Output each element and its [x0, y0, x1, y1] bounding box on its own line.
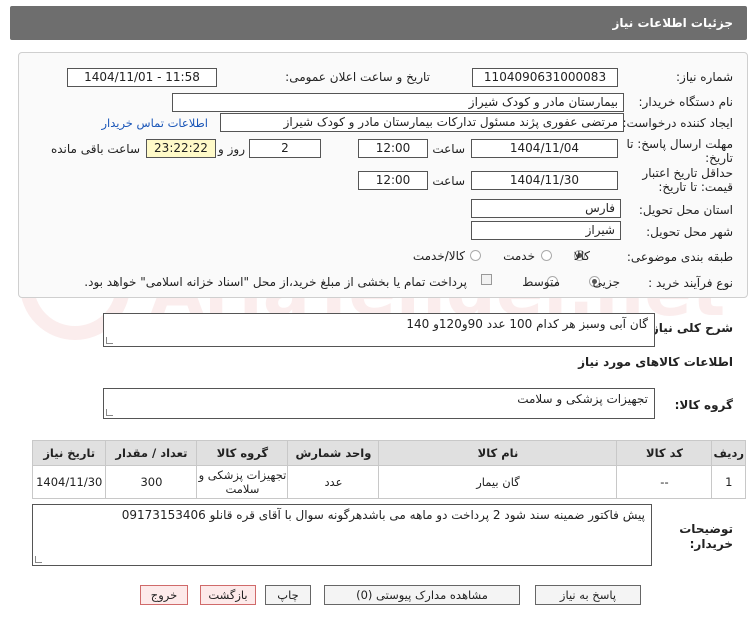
resize-grip-icon[interactable]: [106, 337, 113, 344]
category-both-radio[interactable]: [470, 250, 481, 261]
col-header-code: کد کالا: [616, 440, 713, 466]
treasury-payment-note: پرداخت تمام یا بخشی از مبلغ خرید،از محل …: [84, 275, 467, 289]
validity-date-field: 1404/11/30: [471, 171, 618, 190]
process-minor-label: جزیی: [592, 275, 620, 289]
buyer-notes-label-2: خریدار:: [689, 537, 733, 551]
city-field: شیراز: [471, 221, 621, 240]
requester-field: مرتضی عفوری پژند مسئول تدارکات بیمارستان…: [220, 113, 624, 132]
deadline-date-field: 1404/11/04: [471, 139, 618, 158]
buyer-org-field: بیمارستان مادر و کودک شیراز: [172, 93, 624, 112]
process-type-label: نوع فرآیند خرید :: [648, 276, 733, 290]
days-remaining-field: 2: [249, 139, 321, 158]
col-header-unit: واحد شمارش: [287, 440, 380, 466]
page-header: جزئیات اطلاعات نیاز: [10, 6, 747, 40]
description-field: گان آبی وسبز هر کدام 100 عدد 90و120و 140: [103, 313, 655, 347]
category-service-radio[interactable]: [541, 250, 552, 261]
table-header-row: ردیف کد کالا نام کالا واحد شمارش گروه کا…: [31, 440, 746, 466]
col-header-row-no: ردیف: [711, 440, 746, 466]
cell-unit: عدد: [287, 465, 380, 499]
goods-group-text: تجهیزات پزشکی و سلامت: [517, 392, 648, 406]
buyer-contact-link[interactable]: اطلاعات تماس خریدار: [101, 116, 208, 130]
table-row: 1 -- گان بیمار عدد تجهیزات پزشکی و سلامت…: [31, 465, 746, 499]
back-button[interactable]: بازگشت: [200, 585, 256, 605]
page: AriaTender.net جزئیات اطلاعات نیاز شماره…: [0, 0, 755, 622]
col-header-group: گروه کالا: [196, 440, 289, 466]
col-header-qty: تعداد / مقدار: [105, 440, 198, 466]
cell-qty: 300: [105, 465, 198, 499]
treasury-payment-checkbox[interactable]: [481, 274, 492, 285]
category-goods-label: کالا: [573, 249, 590, 263]
category-both-label: کالا/خدمت: [412, 249, 465, 263]
buyer-notes-label: توضیحات: [679, 522, 733, 536]
goods-section-title: اطلاعات کالاهای مورد نیاز: [578, 355, 733, 369]
description-label: شرح کلی نیاز:: [647, 321, 733, 335]
cell-name: گان بیمار: [378, 465, 618, 499]
print-button[interactable]: چاپ: [265, 585, 311, 605]
province-label: استان محل تحویل:: [638, 203, 733, 217]
process-medium-label: متوسط: [522, 275, 560, 289]
deadline-time-label: ساعت: [432, 142, 465, 156]
goods-group-field: تجهیزات پزشکی و سلامت: [103, 388, 655, 419]
cell-group: تجهیزات پزشکی و سلامت: [196, 465, 289, 499]
province-field: فارس: [471, 199, 621, 218]
validity-time-label: ساعت: [432, 174, 465, 188]
reply-button[interactable]: پاسخ به نیاز: [535, 585, 641, 605]
days-label: روز و: [218, 142, 245, 156]
city-label: شهر محل تحویل:: [646, 225, 733, 239]
buyer-notes-text: پیش فاکتور ضمینه سند شود 2 پرداخت دو ماه…: [121, 508, 645, 522]
goods-table: ردیف کد کالا نام کالا واحد شمارش گروه کا…: [31, 440, 746, 499]
attachments-button[interactable]: مشاهده مدارک پیوستی (0): [324, 585, 520, 605]
announce-date-field: 1404/11/01 - 11:58: [67, 68, 217, 87]
validity-label-2: قیمت: تا تاریخ:: [658, 180, 733, 194]
exit-button[interactable]: خروج: [140, 585, 188, 605]
deadline-label: مهلت ارسال پاسخ: تا: [626, 137, 733, 151]
remaining-time-label: ساعت باقی مانده: [50, 142, 140, 156]
announce-date-label: تاریخ و ساعت اعلان عمومی:: [285, 70, 430, 84]
need-number-label: شماره نیاز:: [676, 70, 733, 84]
category-service-label: خدمت: [503, 249, 535, 263]
deadline-label-2: تاریخ:: [705, 151, 733, 165]
cell-date: 1404/11/30: [31, 465, 107, 499]
cell-row-no: 1: [711, 465, 746, 499]
col-header-date: تاریخ نیاز: [31, 440, 107, 466]
need-number-field: 1104090631000083: [472, 68, 618, 87]
deadline-time-field: 12:00: [358, 139, 428, 158]
validity-time-field: 12:00: [358, 171, 428, 190]
goods-group-label: گروه کالا:: [674, 398, 733, 412]
validity-label: حداقل تاریخ اعتبار: [642, 166, 733, 180]
requester-label: ایجاد کننده درخواست:: [622, 116, 733, 130]
page-title: جزئیات اطلاعات نیاز: [612, 16, 733, 30]
buyer-org-label: نام دستگاه خریدار:: [638, 95, 734, 109]
cell-code: --: [616, 465, 713, 499]
description-text: گان آبی وسبز هر کدام 100 عدد 90و120و 140: [406, 317, 648, 331]
buyer-notes-field: پیش فاکتور ضمینه سند شود 2 پرداخت دو ماه…: [32, 504, 652, 566]
remaining-time-field: 23:22:22: [146, 139, 216, 158]
col-header-name: نام کالا: [378, 440, 618, 466]
resize-grip-icon[interactable]: [35, 556, 42, 563]
category-label: طبقه بندی موضوعی:: [626, 250, 733, 264]
resize-grip-icon[interactable]: [106, 409, 113, 416]
